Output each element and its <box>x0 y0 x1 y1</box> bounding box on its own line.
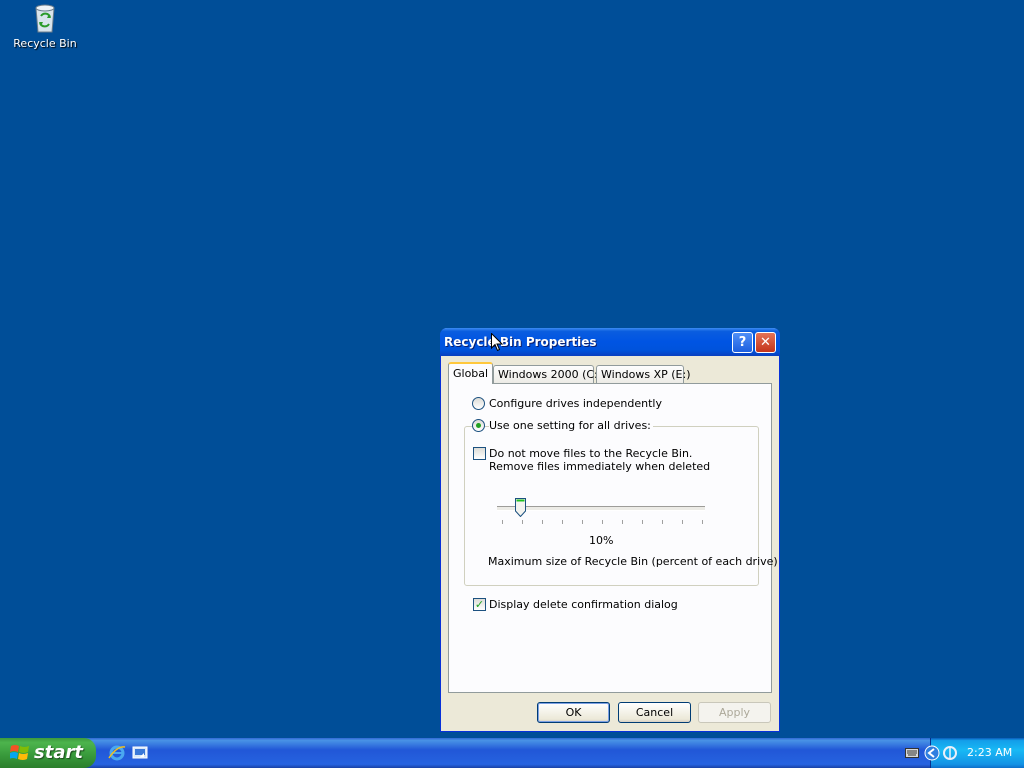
slider-tick <box>522 520 523 524</box>
slider-tick <box>642 520 643 524</box>
slider-caption: Maximum size of Recycle Bin (percent of … <box>488 555 778 568</box>
checkbox-display-confirm[interactable]: ✓ <box>473 598 486 611</box>
tab-windows-xp-e[interactable]: Windows XP (E:) <box>596 365 691 383</box>
radio-configure-independently[interactable] <box>472 397 485 410</box>
tab-panel-global: Configure drives independently Use one s… <box>448 383 778 693</box>
tab-global[interactable]: Global <box>448 362 494 384</box>
internet-explorer-icon[interactable] <box>108 744 126 762</box>
radio-use-one-setting[interactable] <box>472 419 485 432</box>
mouse-cursor-icon <box>491 333 503 352</box>
desktop: Recycle Bin Recycle Bin Properties ? ✕ G… <box>0 0 1024 738</box>
slider-tick <box>622 520 623 524</box>
help-icon: ? <box>738 335 747 350</box>
slider-tick <box>682 520 683 524</box>
checkbox-do-not-move[interactable] <box>473 447 486 460</box>
ok-button[interactable]: OK <box>537 702 610 723</box>
slider-tick <box>602 520 603 524</box>
slider-value-label: 10% <box>589 534 614 547</box>
slider-tick <box>702 520 703 524</box>
checkbox-label-do-not-move-2: Remove files immediately when deleted <box>489 460 711 473</box>
tab-windows-2000-c[interactable]: Windows 2000 (C:) <box>493 365 602 383</box>
max-size-slider-thumb[interactable] <box>515 498 526 517</box>
windows-logo-icon <box>10 745 29 760</box>
desktop-icon-recycle-bin[interactable]: Recycle Bin <box>10 2 80 50</box>
cancel-button[interactable]: Cancel <box>618 702 691 723</box>
radio-label-configure-independently: Configure drives independently <box>489 397 662 410</box>
close-icon: ✕ <box>760 335 771 350</box>
slider-tick <box>502 520 503 524</box>
start-button[interactable]: start <box>0 738 96 768</box>
help-button[interactable]: ? <box>732 332 753 353</box>
start-label: start <box>34 742 83 763</box>
apply-button[interactable]: Apply <box>698 702 771 723</box>
back-arrow-icon[interactable] <box>924 745 940 761</box>
max-size-slider-track[interactable] <box>497 506 705 511</box>
desktop-icon-label: Recycle Bin <box>13 37 77 50</box>
recycle-bin-properties-dialog: Recycle Bin Properties ? ✕ Global Window… <box>440 328 780 732</box>
tab-label: Windows XP (E:) <box>601 368 691 381</box>
recycle-bin-icon <box>35 4 55 33</box>
keyboard-icon[interactable] <box>905 748 919 758</box>
slider-tick <box>562 520 563 524</box>
slider-tick <box>542 520 543 524</box>
close-button[interactable]: ✕ <box>755 332 776 353</box>
slider-tick <box>582 520 583 524</box>
network-icon[interactable] <box>942 745 958 761</box>
checkbox-label-display-confirm: Display delete confirmation dialog <box>489 598 678 611</box>
checkbox-label-do-not-move-1: Do not move files to the Recycle Bin. <box>489 447 693 460</box>
dialog-title: Recycle Bin Properties <box>444 335 597 349</box>
radio-label-use-one-setting: Use one setting for all drives: <box>489 419 653 432</box>
show-desktop-icon[interactable] <box>131 744 149 762</box>
tab-label: Windows 2000 (C:) <box>498 368 603 381</box>
clock[interactable]: 2:23 AM <box>967 746 1012 759</box>
taskbar: start 2:23 AM <box>0 738 1024 768</box>
slider-tick <box>662 520 663 524</box>
tab-label: Global <box>453 367 489 380</box>
